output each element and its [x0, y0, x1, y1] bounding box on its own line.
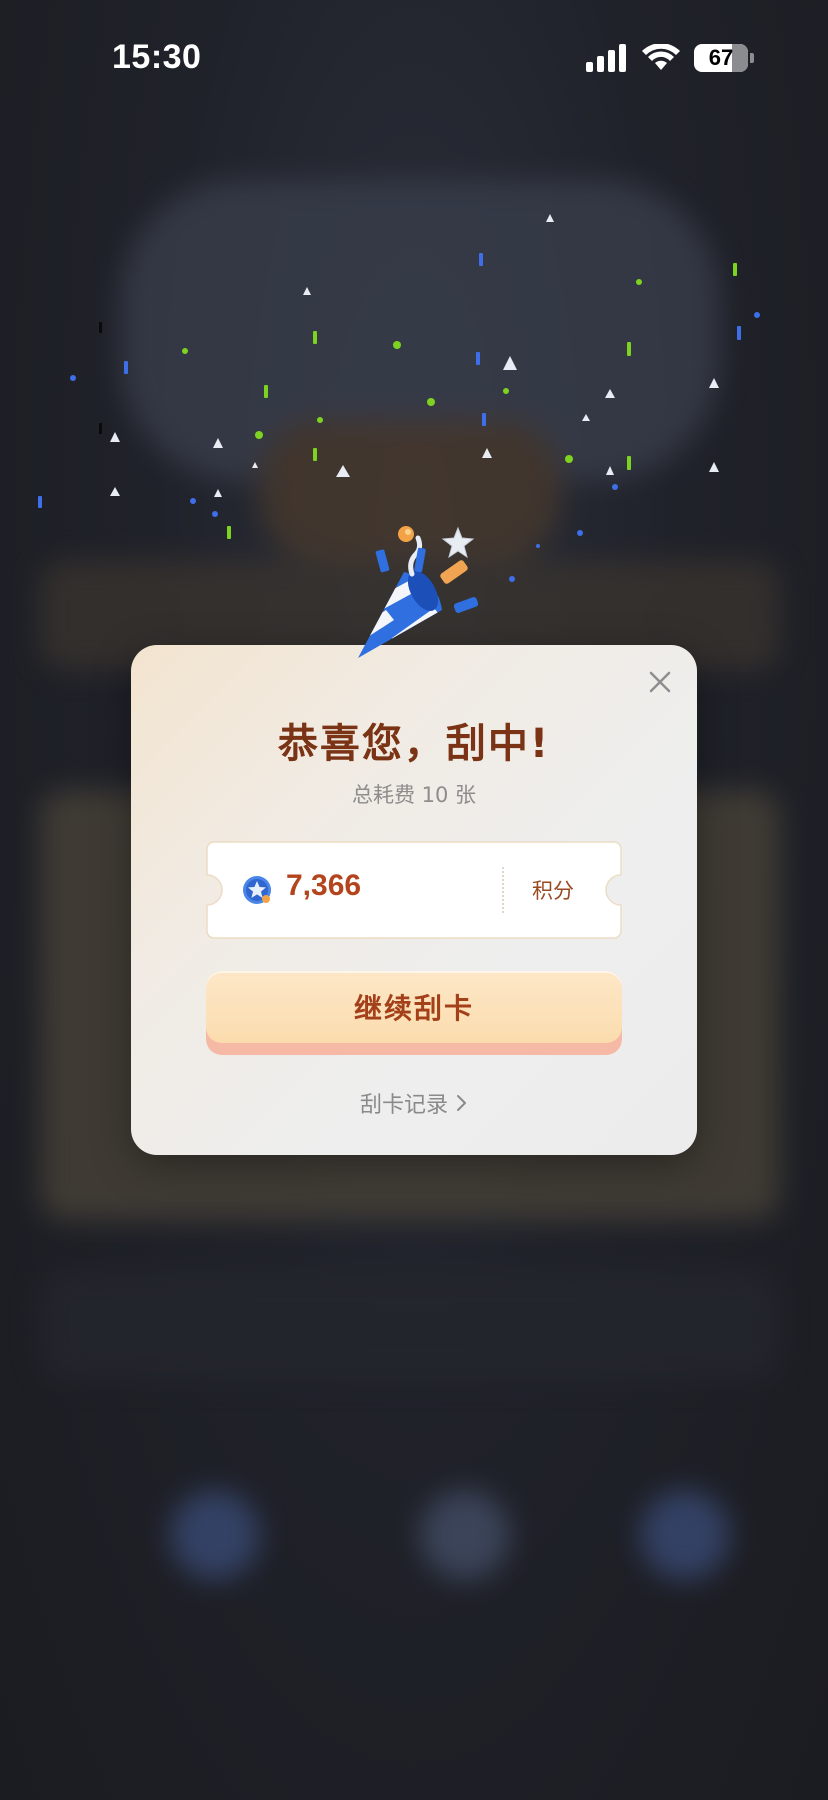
continue-scratch-button[interactable]: 继续刮卡 [206, 971, 622, 1055]
dialog-title: 恭喜您，刮中! [277, 721, 551, 767]
close-icon[interactable] [643, 665, 677, 699]
reward-dialog: 恭喜您，刮中! 总耗费 10 张 7,366 积分 继续刮卡 刮卡记录 [131, 645, 697, 1155]
record-link-label: 刮卡记录 [359, 1093, 448, 1118]
battery-nub [750, 53, 754, 63]
battery-level: 67 [708, 45, 734, 70]
screen: 15:30 67 恭喜您，刮中! 总耗费 10 张 7,366 积分 继续刮卡 … [0, 0, 828, 1800]
reward-ticket: 7,366 积分 [206, 841, 622, 939]
status-time: 15:30 [112, 38, 202, 76]
wifi-icon [642, 44, 680, 70]
status-icons: 67 [586, 44, 754, 72]
signal-icon [586, 44, 626, 72]
status-bar: 15:30 67 [0, 0, 828, 110]
star-coin-icon [243, 876, 271, 904]
ticket-divider [502, 867, 504, 913]
continue-button-label: 继续刮卡 [353, 992, 474, 1025]
scratch-record-link[interactable]: 刮卡记录 [131, 1087, 697, 1119]
chevron-right-icon [457, 1095, 466, 1111]
reward-amount: 7,366 [286, 869, 362, 902]
reward-unit: 积分 [532, 879, 574, 903]
continue-button-face: 继续刮卡 [206, 971, 622, 1043]
dialog-subtitle: 总耗费 10 张 [351, 783, 477, 807]
party-popper-icon [358, 526, 479, 658]
battery-icon: 67 [694, 44, 748, 72]
